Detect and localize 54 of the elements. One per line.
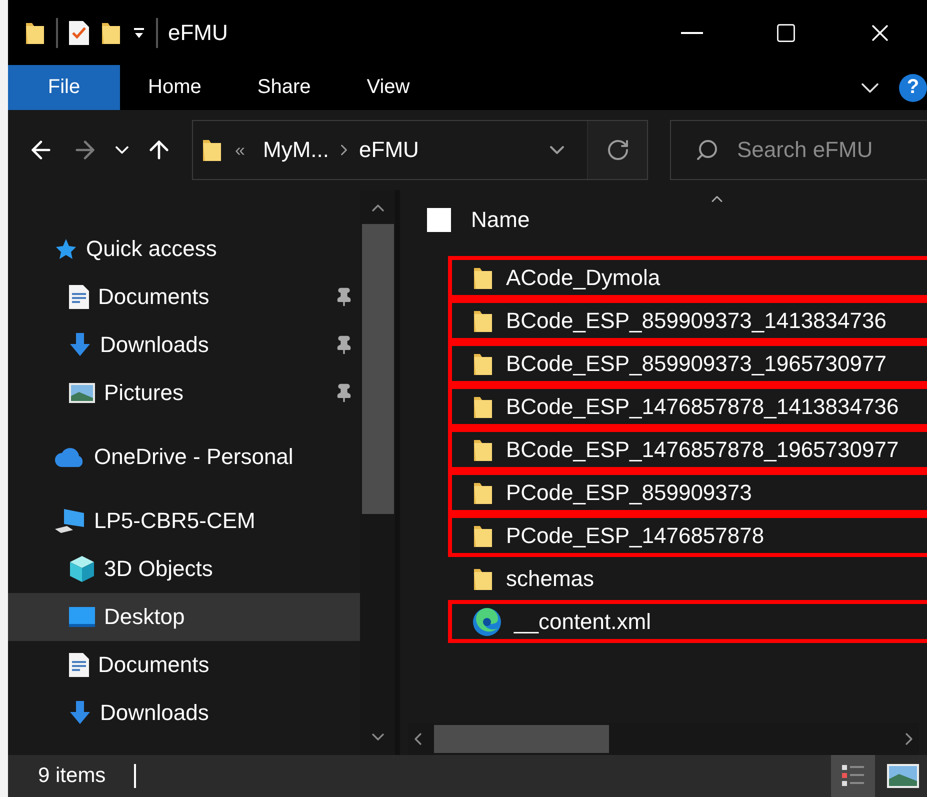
download-icon <box>68 332 92 358</box>
nav-item[interactable]: Desktop <box>8 593 360 641</box>
highlighted-file-row[interactable]: BCode_ESP_1476857878_1965730977 <box>448 428 927 471</box>
ribbon-tab[interactable]: Home <box>120 65 230 110</box>
ribbon-tab[interactable]: Share <box>229 65 339 110</box>
window-title: eFMU <box>168 20 228 46</box>
nav-item[interactable]: Quick access <box>8 225 360 273</box>
nav-item[interactable]: Downloads <box>8 689 360 737</box>
nav-item[interactable]: OneDrive - Personal <box>8 433 360 481</box>
highlighted-file-row[interactable]: BCode_ESP_1476857878_1413834736 <box>448 385 927 428</box>
nav-item[interactable]: Documents <box>8 273 360 321</box>
minimize-icon <box>681 32 703 34</box>
highlighted-file-row[interactable]: PCode_ESP_859909373 <box>448 471 927 514</box>
highlighted-file-row[interactable]: BCode_ESP_859909373_1413834736 <box>448 299 927 342</box>
search-field[interactable]: Search eFMU <box>670 120 927 180</box>
cube-icon <box>68 555 96 583</box>
nav-item[interactable]: Documents <box>8 641 360 689</box>
highlighted-file-row[interactable]: __content.xml <box>448 600 927 643</box>
search-input[interactable]: Search eFMU <box>735 136 899 164</box>
ribbon-tab[interactable]: View <box>338 65 438 110</box>
file-row[interactable]: schemas <box>448 557 927 600</box>
select-all-checkbox[interactable] <box>427 208 451 232</box>
details-view-button[interactable] <box>831 755 875 797</box>
computer-icon <box>54 507 86 535</box>
nav-item[interactable]: Downloads <box>8 321 360 369</box>
nav-item[interactable]: LP5-CBR5-CEM <box>8 497 360 545</box>
highlighted-file-row[interactable]: BCode_ESP_859909373_1965730977 <box>448 342 927 385</box>
refresh-button[interactable] <box>587 121 647 179</box>
maximize-icon <box>775 22 797 44</box>
pictures-icon <box>68 382 96 404</box>
checklist-icon[interactable] <box>68 20 90 46</box>
help-icon[interactable]: ? <box>899 74 927 102</box>
document-icon <box>68 652 90 678</box>
refresh-icon <box>606 138 630 162</box>
landscape-thumbnail-icon <box>886 763 920 789</box>
address-bar[interactable]: « MyM... eFMU <box>192 120 648 180</box>
item-count: 9 items <box>38 764 106 788</box>
file-menu-tab[interactable]: File <box>8 65 120 110</box>
dropdown-icon[interactable] <box>132 26 146 40</box>
column-header[interactable]: Name <box>471 207 530 233</box>
folder-icon <box>201 137 223 163</box>
nav-item[interactable]: Pictures <box>8 369 360 417</box>
nav-item[interactable]: 3D Objects <box>8 545 360 593</box>
overflow-glyph[interactable]: « <box>235 140 246 160</box>
breadcrumb[interactable]: eFMU <box>353 137 425 163</box>
browser-file-icon <box>472 606 502 636</box>
highlighted-file-row[interactable]: ACode_Dymola <box>448 256 927 299</box>
breadcrumb[interactable]: MyM... <box>257 137 336 163</box>
star-icon <box>54 237 78 261</box>
download-icon <box>68 700 92 726</box>
search-icon <box>695 138 719 162</box>
highlighted-file-row[interactable]: PCode_ESP_1476857878 <box>448 514 927 557</box>
document-icon <box>68 284 90 310</box>
desktop-icon <box>68 606 96 628</box>
